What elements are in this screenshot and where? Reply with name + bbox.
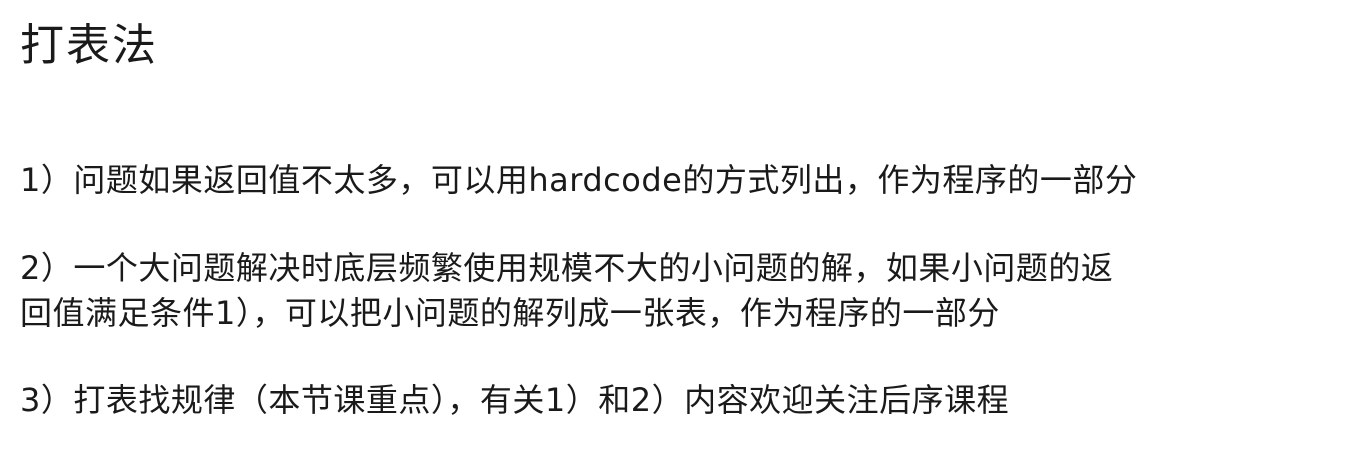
point-2: 2）一个大问题解决时底层频繁使用规模不大的小问题的解，如果小问题的返 回值满足条… [20,246,1330,336]
page-title: 打表法 [20,20,158,71]
point-3: 3）打表找规律（本节课重点），有关1）和2）内容欢迎关注后序课程 [20,381,1010,419]
point-2-line-2: 回值满足条件1），可以把小问题的解列成一张表，作为程序的一部分 [20,294,1000,332]
slide: 打表法 1）问题如果返回值不太多，可以用hardcode的方式列出，作为程序的一… [0,0,1352,452]
point-2-line-1: 2）一个大问题解决时底层频繁使用规模不大的小问题的解，如果小问题的返 [20,249,1114,287]
point-1: 1）问题如果返回值不太多，可以用hardcode的方式列出，作为程序的一部分 [20,161,1138,199]
